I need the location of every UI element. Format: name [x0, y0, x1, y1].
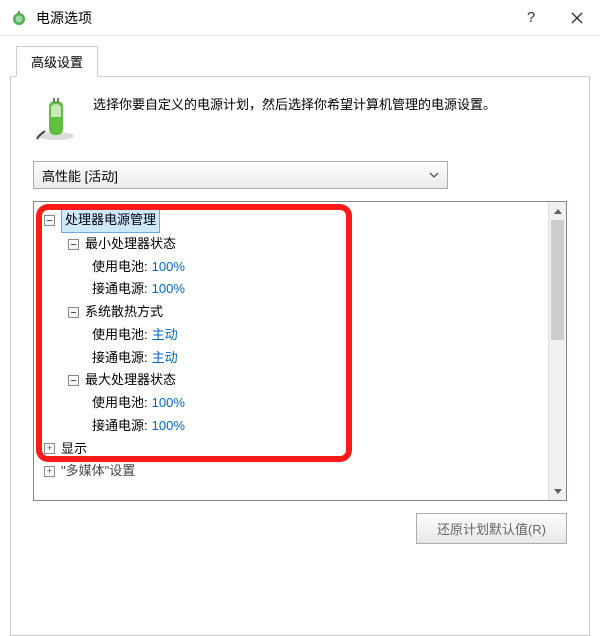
battery-icon [33, 95, 79, 141]
expand-icon[interactable] [44, 466, 55, 477]
description-row: 选择你要自定义的电源计划，然后选择你希望计算机管理的电源设置。 [33, 95, 567, 141]
scroll-up-button[interactable] [549, 202, 566, 220]
window-title: 电源选项 [36, 8, 508, 28]
setting-value[interactable]: 主动 [152, 347, 178, 370]
tree-node-display[interactable]: 显示 [38, 438, 544, 461]
chevron-down-icon [429, 169, 439, 181]
power-plan-value: 高性能 [活动] [42, 166, 118, 185]
tree-item-cooling-ac[interactable]: 接通电源: 主动 [38, 347, 544, 370]
scroll-thumb[interactable] [551, 220, 564, 340]
tree-node-cpu[interactable]: 处理器电源管理 [38, 208, 544, 233]
restore-row: 还原计划默认值(R) [33, 513, 567, 544]
tree-item-min-battery[interactable]: 使用电池: 100% [38, 256, 544, 279]
tree-item-min-ac[interactable]: 接通电源: 100% [38, 278, 544, 301]
description-text: 选择你要自定义的电源计划，然后选择你希望计算机管理的电源设置。 [93, 95, 496, 141]
setting-value[interactable]: 100% [152, 415, 185, 438]
scroll-down-button[interactable] [549, 482, 566, 500]
tree-label-cooling: 系统散热方式 [85, 301, 163, 324]
tree-label-cpu: 处理器电源管理 [61, 208, 160, 233]
power-options-icon [10, 9, 28, 27]
tree-node-max-state[interactable]: 最大处理器状态 [38, 369, 544, 392]
setting-value[interactable]: 100% [152, 278, 185, 301]
collapse-icon[interactable] [68, 375, 79, 386]
tree-content[interactable]: 处理器电源管理 最小处理器状态 使用电池: 100% 接通电源: 100% 系统… [34, 202, 548, 500]
setting-label: 接通电源: [92, 415, 148, 438]
setting-label: 接通电源: [92, 278, 148, 301]
scrollbar[interactable] [548, 202, 566, 500]
setting-value[interactable]: 主动 [152, 324, 178, 347]
titlebar: 电源选项 ? [0, 0, 600, 36]
setting-label: 使用电池: [92, 256, 148, 279]
close-button[interactable] [554, 0, 600, 36]
setting-label: 使用电池: [92, 324, 148, 347]
tree-node-multimedia[interactable]: "多媒体"设置 [38, 460, 544, 483]
restore-defaults-button[interactable]: 还原计划默认值(R) [416, 513, 567, 544]
tree-node-cooling[interactable]: 系统散热方式 [38, 301, 544, 324]
scroll-track[interactable] [549, 220, 566, 482]
tree-label-display: 显示 [61, 438, 87, 461]
tree-item-cooling-battery[interactable]: 使用电池: 主动 [38, 324, 544, 347]
help-button[interactable]: ? [508, 0, 554, 36]
collapse-icon[interactable] [68, 307, 79, 318]
tree-item-max-battery[interactable]: 使用电池: 100% [38, 392, 544, 415]
collapse-icon[interactable] [68, 239, 79, 250]
tab-strip: 高级设置 [0, 36, 600, 77]
settings-tree: 处理器电源管理 最小处理器状态 使用电池: 100% 接通电源: 100% 系统… [33, 201, 567, 501]
tree-item-max-ac[interactable]: 接通电源: 100% [38, 415, 544, 438]
collapse-icon[interactable] [44, 215, 55, 226]
expand-icon[interactable] [44, 443, 55, 454]
tree-label-min-state: 最小处理器状态 [85, 233, 176, 256]
setting-value[interactable]: 100% [152, 392, 185, 415]
setting-value[interactable]: 100% [152, 256, 185, 279]
tab-panel: 选择你要自定义的电源计划，然后选择你希望计算机管理的电源设置。 高性能 [活动]… [10, 76, 590, 636]
tree-label-max-state: 最大处理器状态 [85, 369, 176, 392]
setting-label: 使用电池: [92, 392, 148, 415]
setting-label: 接通电源: [92, 347, 148, 370]
power-plan-select[interactable]: 高性能 [活动] [33, 161, 448, 189]
tree-label-multimedia: "多媒体"设置 [61, 460, 135, 483]
tree-node-min-state[interactable]: 最小处理器状态 [38, 233, 544, 256]
tab-advanced[interactable]: 高级设置 [16, 46, 98, 77]
